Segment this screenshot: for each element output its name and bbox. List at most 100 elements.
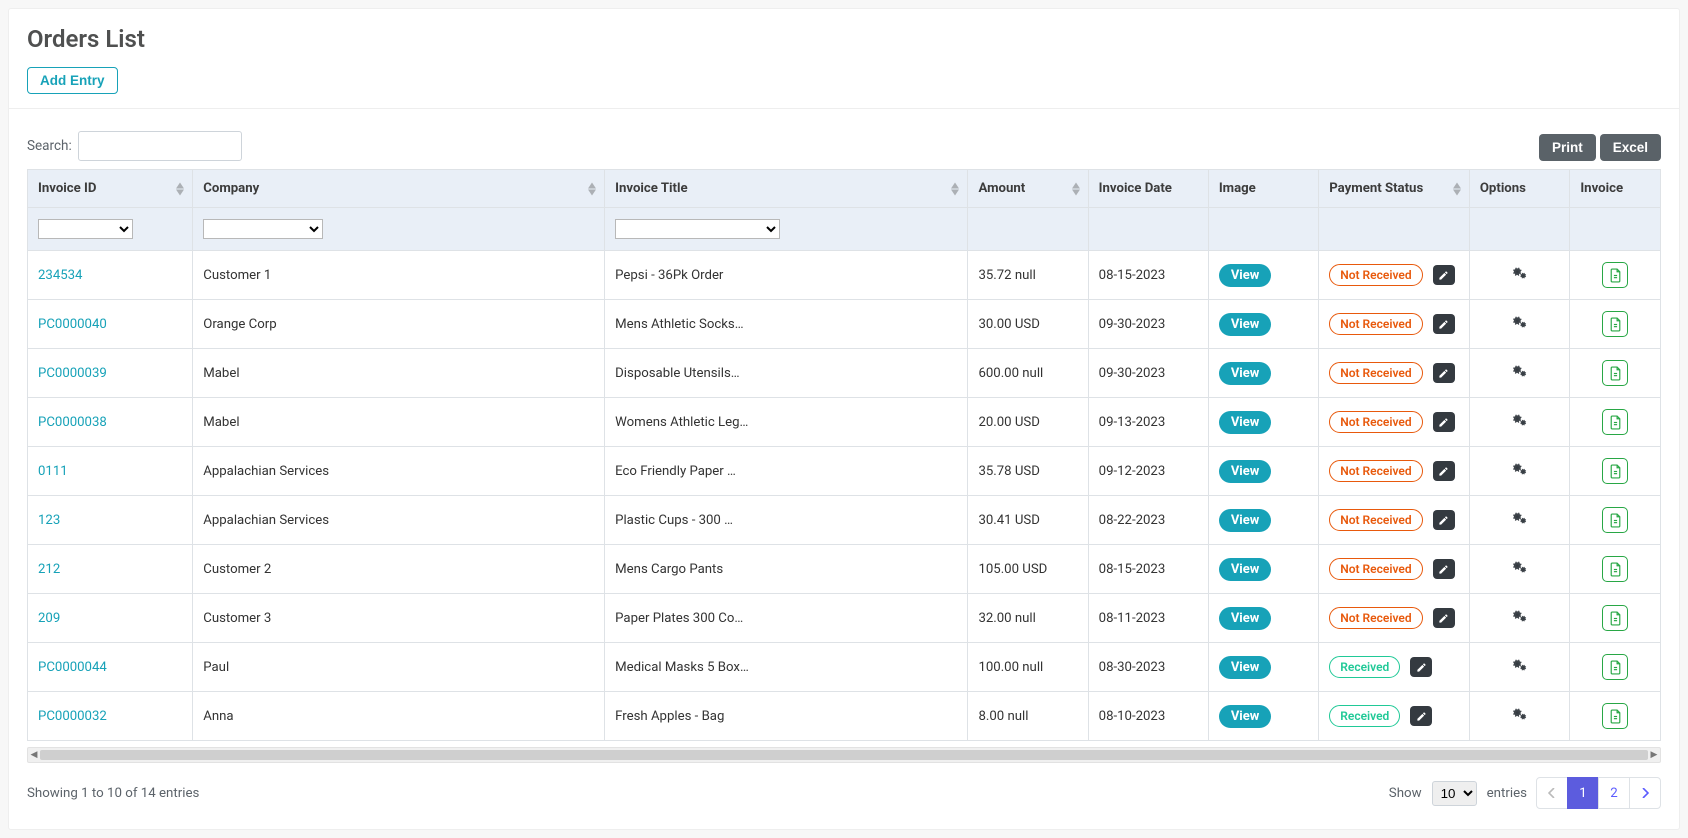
cell-image: View: [1209, 300, 1319, 349]
col-label: Company: [203, 181, 259, 196]
page-1[interactable]: 1: [1567, 777, 1599, 809]
cell-amount: 30.00 USD: [968, 300, 1088, 349]
edit-icon[interactable]: [1433, 314, 1455, 334]
file-invoice-icon[interactable]: [1602, 360, 1628, 386]
gears-icon[interactable]: [1512, 318, 1528, 333]
view-button[interactable]: View: [1219, 558, 1272, 581]
invoice-id-link[interactable]: PC0000032: [38, 709, 107, 724]
gears-icon[interactable]: [1512, 710, 1528, 725]
gears-icon[interactable]: [1512, 367, 1528, 382]
cell-amount: 105.00 USD: [968, 545, 1088, 594]
cell-company: Appalachian Services: [193, 496, 605, 545]
excel-button[interactable]: Excel: [1600, 134, 1661, 161]
sort-icon: [588, 182, 596, 195]
print-button[interactable]: Print: [1539, 134, 1596, 161]
col-amount[interactable]: Amount: [968, 169, 1088, 208]
file-invoice-icon[interactable]: [1602, 605, 1628, 631]
invoice-id-link[interactable]: 209: [38, 611, 60, 626]
file-invoice-icon[interactable]: [1602, 458, 1628, 484]
edit-icon[interactable]: [1433, 412, 1455, 432]
invoice-id-link[interactable]: 123: [38, 513, 60, 528]
edit-icon[interactable]: [1410, 657, 1432, 677]
gears-icon[interactable]: [1512, 563, 1528, 578]
page-prev[interactable]: [1536, 777, 1568, 809]
cell-payment-status: Not Received: [1319, 594, 1470, 643]
edit-icon[interactable]: [1433, 363, 1455, 383]
edit-icon[interactable]: [1433, 265, 1455, 285]
cell-amount: 20.00 USD: [968, 398, 1088, 447]
view-button[interactable]: View: [1219, 656, 1272, 679]
table-row: PC0000039MabelDisposable Utensils…600.00…: [27, 349, 1661, 398]
edit-icon[interactable]: [1433, 608, 1455, 628]
scroll-right-arrow[interactable]: ▶: [1648, 748, 1660, 762]
file-invoice-icon[interactable]: [1602, 556, 1628, 582]
invoice-id-link[interactable]: 234534: [38, 268, 82, 283]
scroll-left-arrow[interactable]: ◀: [28, 748, 40, 762]
page-2[interactable]: 2: [1598, 777, 1630, 809]
cell-invoice: [1570, 545, 1661, 594]
filter-invoice-title[interactable]: [615, 219, 780, 239]
edit-icon[interactable]: [1410, 706, 1432, 726]
file-invoice-icon[interactable]: [1602, 311, 1628, 337]
table-row: 123Appalachian ServicesPlastic Cups - 30…: [27, 496, 1661, 545]
cell-invoice-title: Eco Friendly Paper …: [605, 447, 968, 496]
horizontal-scrollbar[interactable]: ◀ ▶: [27, 747, 1661, 763]
cell-invoice: [1570, 300, 1661, 349]
gears-icon[interactable]: [1512, 416, 1528, 431]
gears-icon[interactable]: [1512, 465, 1528, 480]
edit-icon[interactable]: [1433, 461, 1455, 481]
cell-options: [1470, 692, 1570, 741]
payment-status-badge: Not Received: [1329, 313, 1422, 335]
view-button[interactable]: View: [1219, 313, 1272, 336]
file-invoice-icon[interactable]: [1602, 654, 1628, 680]
view-button[interactable]: View: [1219, 460, 1272, 483]
col-invoice-id[interactable]: Invoice ID: [27, 169, 193, 208]
gears-icon[interactable]: [1512, 661, 1528, 676]
view-button[interactable]: View: [1219, 607, 1272, 630]
table-row: PC0000044PaulMedical Masks 5 Box…100.00 …: [27, 643, 1661, 692]
gears-icon[interactable]: [1512, 514, 1528, 529]
view-button[interactable]: View: [1219, 509, 1272, 532]
page-length-select[interactable]: 10: [1432, 781, 1477, 806]
gears-icon[interactable]: [1512, 269, 1528, 284]
cell-invoice-date: 08-15-2023: [1089, 545, 1209, 594]
view-button[interactable]: View: [1219, 264, 1272, 287]
sort-icon: [1453, 182, 1461, 195]
cell-amount: 35.78 USD: [968, 447, 1088, 496]
gears-icon[interactable]: [1512, 612, 1528, 627]
view-button[interactable]: View: [1219, 362, 1272, 385]
invoice-id-link[interactable]: PC0000044: [38, 660, 107, 675]
file-invoice-icon[interactable]: [1602, 262, 1628, 288]
search-input[interactable]: [78, 131, 242, 161]
file-invoice-icon[interactable]: [1602, 703, 1628, 729]
col-invoice-title[interactable]: Invoice Title: [605, 169, 968, 208]
sort-icon: [1072, 182, 1080, 195]
invoice-id-link[interactable]: 0111: [38, 464, 68, 479]
edit-icon[interactable]: [1433, 559, 1455, 579]
filter-invoice-id[interactable]: [38, 219, 133, 239]
cell-invoice-title: Womens Athletic Leg…: [605, 398, 968, 447]
cell-invoice-title: Pepsi - 36Pk Order: [605, 251, 968, 300]
cell-invoice-date: 08-30-2023: [1089, 643, 1209, 692]
col-payment-status[interactable]: Payment Status: [1319, 169, 1470, 208]
col-label: Invoice: [1580, 181, 1623, 196]
filter-company[interactable]: [203, 219, 323, 239]
file-invoice-icon[interactable]: [1602, 409, 1628, 435]
cell-invoice-date: 09-12-2023: [1089, 447, 1209, 496]
invoice-id-link[interactable]: PC0000040: [38, 317, 107, 332]
view-button[interactable]: View: [1219, 411, 1272, 434]
page-next[interactable]: [1629, 777, 1661, 809]
add-entry-button[interactable]: Add Entry: [27, 67, 118, 94]
cell-invoice: [1570, 496, 1661, 545]
view-button[interactable]: View: [1219, 705, 1272, 728]
col-invoice-date[interactable]: Invoice Date: [1089, 169, 1209, 208]
payment-status-badge: Not Received: [1329, 362, 1422, 384]
col-image[interactable]: Image: [1209, 169, 1319, 208]
invoice-id-link[interactable]: 212: [38, 562, 60, 577]
edit-icon[interactable]: [1433, 510, 1455, 530]
scroll-thumb[interactable]: [40, 750, 1648, 760]
col-company[interactable]: Company: [193, 169, 605, 208]
invoice-id-link[interactable]: PC0000038: [38, 415, 107, 430]
invoice-id-link[interactable]: PC0000039: [38, 366, 107, 381]
file-invoice-icon[interactable]: [1602, 507, 1628, 533]
